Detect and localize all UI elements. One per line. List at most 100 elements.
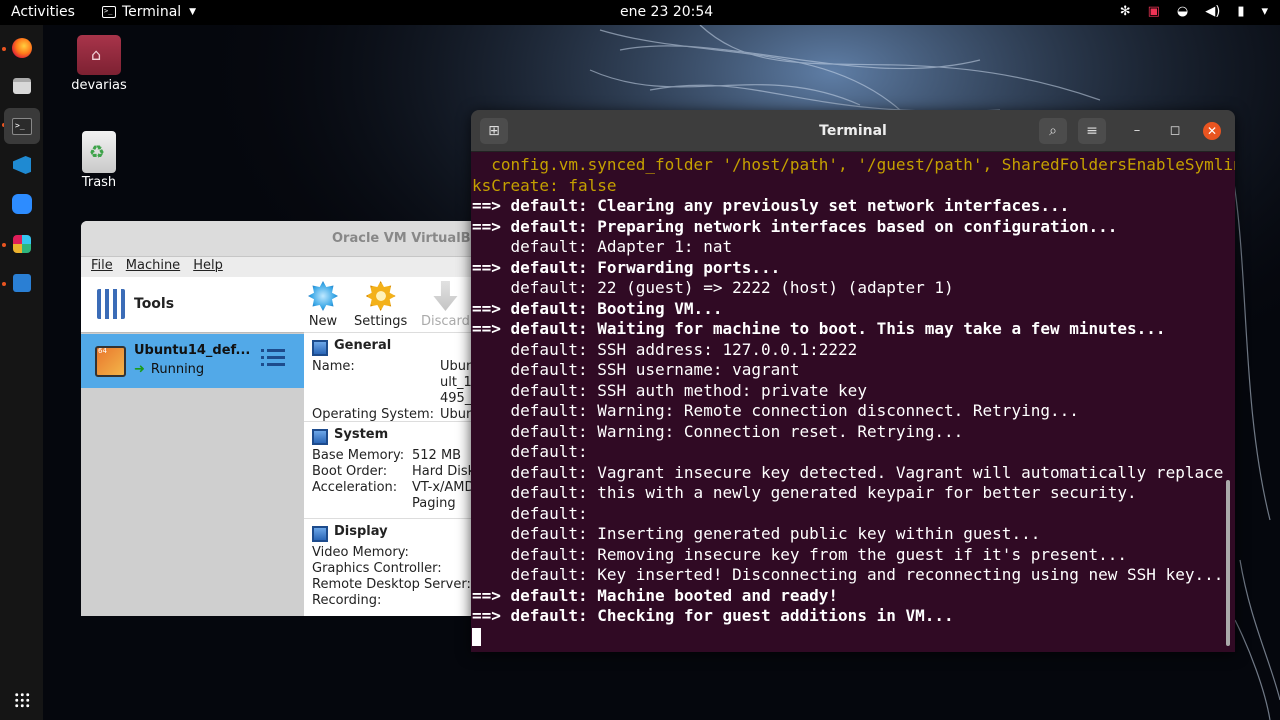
display-details: Video Memory: Graphics Controller: Remot… [304, 543, 481, 613]
firefox-icon [12, 38, 32, 58]
terminal-line: ==> default: Booting VM... [472, 298, 723, 318]
running-arrow-icon: ➜ [134, 362, 145, 377]
virtualbox-menubar: File Machine Help [81, 257, 481, 277]
dock-terminal[interactable]: >_ [4, 108, 40, 144]
terminal-scrollbar[interactable] [1226, 480, 1230, 646]
new-star-icon [308, 281, 338, 311]
screen-record-icon[interactable]: ▣ [1148, 3, 1160, 21]
gear-icon [365, 281, 396, 311]
chevron-down-icon: ▼ [189, 7, 197, 17]
display-section-title[interactable]: Display [304, 521, 481, 543]
os-value: Ubun [440, 407, 475, 422]
app-menu-label: Terminal [122, 4, 182, 20]
network-icon[interactable]: ◒ [1177, 3, 1188, 21]
running-indicator [2, 282, 6, 286]
virtualbox-window[interactable]: Oracle VM VirtualBox Manager File Machin… [81, 221, 481, 616]
dock-system-monitor[interactable] [7, 268, 37, 298]
vm-details-menu-icon[interactable] [261, 349, 285, 371]
terminal-line: default: SSH auth method: private key [472, 380, 867, 400]
terminal-line: default: Warning: Connection reset. Retr… [472, 421, 964, 441]
system-section-title[interactable]: System [304, 424, 481, 446]
app-menu[interactable]: >_ Terminal ▼ [102, 4, 196, 20]
acceleration-value-2: Paging [412, 496, 456, 511]
base-memory-label: Base Memory: [312, 448, 405, 463]
terminal-line: default: 22 (guest) => 2222 (host) (adap… [472, 278, 954, 297]
boot-order-value: Hard Disk [412, 464, 476, 479]
general-details: Name: Ubun ult_1 495_ Operating System: … [304, 357, 481, 422]
menu-file[interactable]: File [91, 257, 113, 277]
general-section-title[interactable]: General [304, 335, 481, 357]
new-button[interactable]: New [308, 281, 338, 329]
graphics-controller-label: Graphics Controller: [312, 561, 442, 576]
tools-label: Tools [134, 296, 175, 312]
running-indicator [2, 47, 6, 51]
search-button[interactable]: ⌕ [1039, 118, 1067, 144]
power-menu-icon[interactable]: ▾ [1261, 3, 1268, 21]
boot-order-label: Boot Order: [312, 464, 388, 479]
settings-button[interactable]: Settings [354, 281, 407, 329]
dock-firefox[interactable] [7, 33, 37, 63]
virtualbox-titlebar[interactable]: Oracle VM VirtualBox Manager [81, 221, 481, 257]
discard-button[interactable]: Discard [421, 281, 470, 329]
vscode-icon [13, 156, 31, 174]
close-button[interactable]: ✕ [1203, 122, 1221, 140]
dock: >_ [0, 25, 43, 720]
tools-icon [97, 289, 125, 319]
system-tray[interactable]: ✻ ▣ ◒ ◀) ▮ ▾ [1120, 3, 1268, 21]
desktop-trash[interactable]: ♻ Trash [59, 131, 139, 190]
menu-help[interactable]: Help [193, 257, 223, 277]
os-label: Operating System: [312, 407, 434, 422]
name-value-line2: ult_1 [440, 375, 472, 390]
section-divider [304, 518, 481, 519]
terminal-line: default: Inserting generated public key … [472, 524, 1041, 543]
settings-button-label: Settings [354, 314, 408, 329]
running-indicator [2, 243, 6, 247]
tools-item[interactable]: Tools [81, 277, 304, 333]
desktop-home-folder[interactable]: ⌂ devarias [59, 35, 139, 93]
terminal-headerbar[interactable]: ⊞ Terminal ⌕ ≡ – ◻ ✕ [471, 110, 1235, 152]
video-memory-label: Video Memory: [312, 545, 409, 560]
terminal-line: config.vm.synced_folder '/host/path', '/… [472, 155, 1235, 174]
terminal-line: ==> default: Forwarding ports... [472, 257, 781, 277]
vm-toolbar: New Settings Discard [304, 277, 481, 333]
vm-list-item[interactable]: Ubuntu14_def... ➜ Running [81, 334, 304, 388]
prompt-line [472, 627, 1235, 648]
minimize-button[interactable]: – [1128, 122, 1146, 140]
terminal-window[interactable]: ⊞ Terminal ⌕ ≡ – ◻ ✕ config.vm.synced_fo… [471, 110, 1235, 652]
zoom-icon [12, 194, 32, 214]
terminal-line: ==> default: Checking for guest addition… [472, 606, 954, 625]
base-memory-value: 512 MB [412, 448, 462, 463]
search-icon: ⌕ [1049, 123, 1057, 139]
clock[interactable]: ene 23 20:54 [620, 4, 713, 20]
volume-icon[interactable]: ◀) [1205, 3, 1220, 21]
dock-slack[interactable] [7, 229, 37, 259]
battery-icon[interactable]: ▮ [1237, 3, 1244, 21]
terminal-line: ==> default: Preparing network interface… [472, 216, 1118, 236]
system-details: Base Memory: 512 MB Boot Order: Hard Dis… [304, 446, 481, 518]
name-label: Name: [312, 359, 355, 374]
hamburger-menu-icon: ≡ [1086, 123, 1098, 139]
terminal-title: Terminal [819, 123, 887, 139]
menu-button[interactable]: ≡ [1078, 118, 1106, 144]
terminal-line: ==> default: Machine booted and ready! [472, 585, 839, 605]
new-button-label: New [308, 314, 338, 329]
ubuntu-os-icon [95, 346, 126, 377]
acceleration-label: Acceleration: [312, 480, 398, 495]
terminal-icon: >_ [12, 117, 32, 135]
extensions-icon[interactable]: ✻ [1120, 3, 1131, 21]
activities-button[interactable]: Activities [11, 4, 75, 20]
terminal-line: default: this with a newly generated key… [472, 483, 1137, 502]
terminal-output[interactable]: config.vm.synced_folder '/host/path', '/… [471, 152, 1235, 652]
dock-zoom[interactable] [7, 189, 37, 219]
app-grid-icon[interactable] [14, 692, 30, 708]
dock-vscode[interactable] [7, 150, 37, 180]
text-cursor [472, 628, 481, 646]
dock-files[interactable] [7, 71, 37, 101]
terminal-line: default: Vagrant insecure key detected. … [472, 462, 1224, 482]
menu-machine[interactable]: Machine [126, 257, 180, 277]
discard-arrow-icon [433, 281, 458, 311]
folder-icon: ⌂ [77, 35, 121, 75]
maximize-button[interactable]: ◻ [1166, 122, 1184, 140]
trash-icon: ♻ [82, 131, 116, 173]
vm-details-pane: New Settings Discard General Name: Ubun … [304, 277, 481, 616]
